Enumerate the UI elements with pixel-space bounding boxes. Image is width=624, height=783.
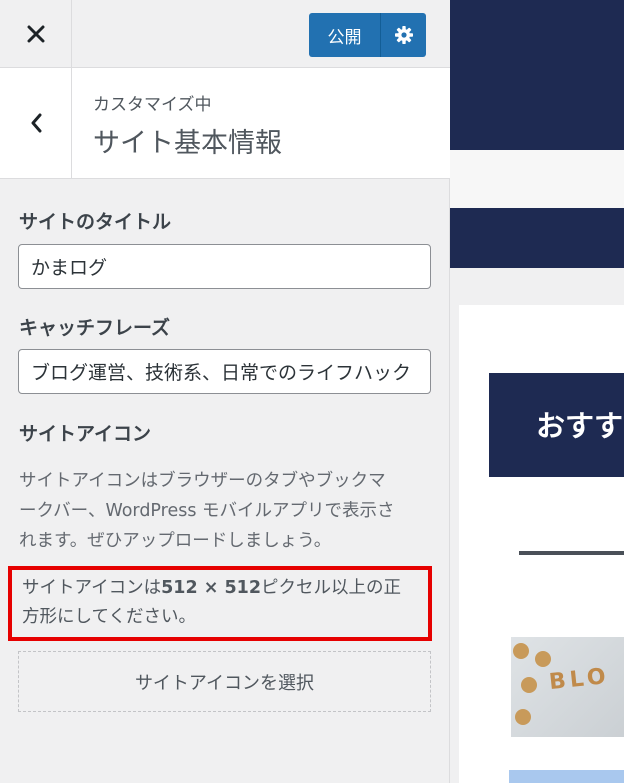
cookie-shape: [513, 643, 529, 659]
tagline-label: キャッチフレーズ: [19, 317, 171, 339]
back-button[interactable]: [0, 68, 72, 178]
cookie-shape: [535, 651, 551, 667]
gear-icon: [394, 26, 413, 44]
select-site-icon-button[interactable]: サイトアイコンを選択: [18, 651, 431, 712]
customizing-label: カスタマイズ中: [93, 95, 212, 115]
site-icon-size-notice: サイトアイコンは512 × 512ピクセル以上の正 方形にしてください。: [8, 566, 432, 641]
site-title-input[interactable]: [18, 244, 431, 289]
publish-button[interactable]: 公開: [309, 13, 380, 57]
notice-suffix: ピクセル以上の正: [261, 578, 402, 598]
site-title-label: サイトのタイトル: [19, 211, 172, 233]
notice-size: 512 × 512: [161, 578, 262, 598]
thumbnail-text: BLO: [547, 663, 611, 696]
notice-line: サイトアイコンは512 × 512ピクセル以上の正: [22, 574, 428, 603]
publish-actions: 公開: [309, 13, 426, 57]
close-icon: [27, 25, 44, 42]
preview-content-card: おすす BLO: [459, 305, 624, 783]
publish-settings-button[interactable]: [380, 13, 426, 57]
customizer-header: 公開: [0, 0, 450, 68]
preview-site-header: [450, 0, 624, 150]
preview-bottom-block: [509, 770, 624, 783]
notice-prefix: サイトアイコンは: [22, 578, 162, 598]
preview-banner: おすす: [489, 373, 624, 477]
close-button[interactable]: [0, 0, 72, 67]
site-icon-label: サイトアイコン: [19, 423, 152, 445]
preview-light-strip: [450, 150, 624, 208]
cookie-shape: [515, 709, 531, 725]
site-preview[interactable]: おすす BLO: [450, 0, 624, 783]
customizer-sidebar: 公開 カスタマイズ中 サイト基本情報 サイトのタイトル かまログ キャッチフレー…: [0, 0, 450, 783]
description-line: れます。ぜひアップロードしましょう。: [19, 531, 332, 551]
description-line: サイトアイコンはブラウザーのタブやブックマ: [19, 471, 386, 491]
cookie-shape: [521, 677, 537, 693]
section-header: カスタマイズ中 サイト基本情報: [0, 68, 450, 179]
section-title: サイト基本情報: [93, 128, 282, 159]
preview-nav-bar: [450, 208, 624, 268]
tagline-input[interactable]: [18, 349, 431, 394]
chevron-left-icon: [31, 113, 41, 133]
site-icon-description: サイトアイコンはブラウザーのタブやブックマ ークバー、WordPress モバイ…: [19, 466, 437, 556]
preview-divider: [519, 551, 624, 555]
preview-post-thumbnail[interactable]: BLO: [511, 637, 624, 737]
description-line: ークバー、WordPress モバイルアプリで表示さ: [19, 501, 395, 521]
notice-line: 方形にしてください。: [22, 607, 196, 627]
